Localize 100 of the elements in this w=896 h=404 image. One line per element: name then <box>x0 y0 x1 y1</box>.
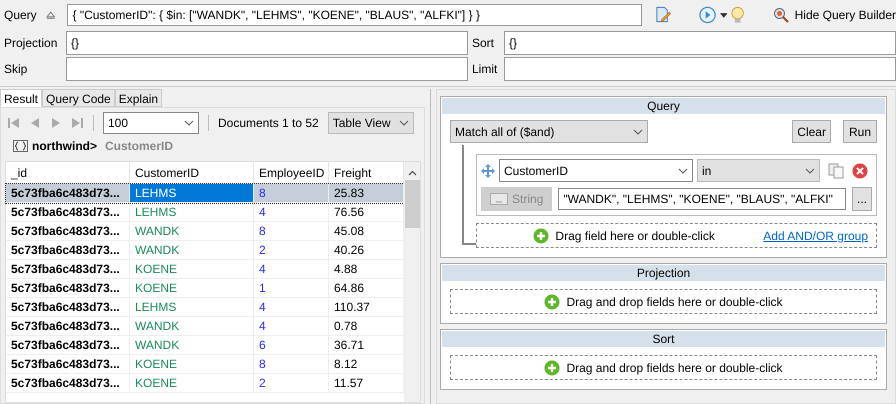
scroll-up-icon[interactable] <box>408 170 416 176</box>
table-cell: LEHMS <box>130 184 254 202</box>
collection-path: CustomerID <box>105 138 174 155</box>
table-row[interactable]: 5c73fba6c483d73... KOENE 8 8.12 <box>6 355 404 374</box>
add-group-link[interactable]: Add AND/OR group <box>763 226 868 244</box>
table-row[interactable]: 5c73fba6c483d73... KOENE 1 64.86 <box>6 279 404 298</box>
section-title: Sort <box>442 331 885 347</box>
tab[interactable]: Result <box>0 89 42 107</box>
table-cell: KOENE <box>130 260 254 278</box>
drop-hint: Drag and drop fields here or double-click <box>566 360 783 376</box>
section-title: Projection <box>442 265 885 281</box>
plus-icon <box>533 228 550 244</box>
magnifier-icon <box>772 7 789 23</box>
chevron-down-icon <box>633 128 643 134</box>
table-cell: 8 <box>254 184 329 202</box>
table-cell: 5c73fba6c483d73... <box>6 279 130 297</box>
clear-button[interactable]: Clear <box>792 120 831 143</box>
table-cell: 2 <box>254 241 329 259</box>
plus-icon <box>544 294 560 310</box>
table-cell: 5c73fba6c483d73... <box>6 298 130 316</box>
scrollbar-thumb[interactable] <box>404 180 420 228</box>
move-icon[interactable] <box>481 164 495 178</box>
table-row[interactable]: 5c73fba6c483d73... LEHMS 8 25.83 <box>6 184 404 203</box>
table-cell: 5c73fba6c483d73... <box>6 260 130 278</box>
edit-document-icon[interactable] <box>654 6 671 24</box>
table-cell: 6 <box>254 336 329 354</box>
table-cell: 4 <box>254 298 329 316</box>
view-select[interactable]: Table View <box>328 112 414 134</box>
query-label: Query <box>4 7 38 24</box>
drop-hint: Drag and drop fields here or double-click <box>566 294 783 310</box>
table-cell: 5c73fba6c483d73... <box>6 374 130 392</box>
last-page-icon[interactable] <box>70 116 84 130</box>
braces-icon <box>13 140 28 152</box>
text-type-icon <box>490 193 508 205</box>
run-button[interactable]: Run <box>842 120 877 143</box>
drop-zone[interactable]: Drag and drop fields here or double-click <box>450 289 877 314</box>
chevron-down-icon <box>805 168 815 174</box>
text-field[interactable] <box>66 57 468 81</box>
text-field[interactable]: {} <box>66 31 468 55</box>
table-cell: LEHMS <box>130 203 254 221</box>
tab[interactable]: Query Code <box>42 89 115 107</box>
table-row[interactable]: 5c73fba6c483d73... WANDK 6 36.71 <box>6 336 404 355</box>
field-label: Sort <box>472 35 496 52</box>
table-cell: WANDK <box>130 222 254 240</box>
table-cell: KOENE <box>130 279 254 297</box>
table-row[interactable]: 5c73fba6c483d73... WANDK 2 40.26 <box>6 241 404 260</box>
table-row[interactable]: 5c73fba6c483d73... LEHMS 4 76.56 <box>6 203 404 222</box>
delete-icon[interactable] <box>852 162 868 178</box>
tab[interactable]: Explain <box>114 89 162 107</box>
field-label: Skip <box>4 61 28 78</box>
table-row[interactable]: 5c73fba6c483d73... WANDK 8 45.08 <box>6 222 404 241</box>
table-row[interactable]: 5c73fba6c483d73... LEHMS 4 110.37 <box>6 298 404 317</box>
chevron-down-icon <box>184 120 194 126</box>
table-cell: 5c73fba6c483d73... <box>6 241 130 259</box>
drop-zone[interactable]: Drag and drop fields here or double-click <box>450 355 877 380</box>
table-row[interactable]: 5c73fba6c483d73... WANDK 4 0.78 <box>6 317 404 336</box>
field-select[interactable]: CustomerID <box>499 159 693 182</box>
field-label: Limit <box>472 61 498 78</box>
copy-icon[interactable] <box>828 162 844 178</box>
collapse-icon[interactable] <box>46 11 56 19</box>
table-cell: 5c73fba6c483d73... <box>6 355 130 373</box>
table-cell: WANDK <box>130 317 254 335</box>
query-field[interactable]: { "CustomerID": { $in: ["WANDK", "LEHMS", "KOENE", "BLAUS", "ALFKI"] } } <box>67 4 642 26</box>
documents-count: Documents 1 to 52 <box>218 115 319 132</box>
first-page-icon[interactable] <box>7 116 21 130</box>
table-cell: 8 <box>254 222 329 240</box>
table-cell: KOENE <box>130 355 254 373</box>
dropdown-arrow-icon[interactable] <box>720 12 728 18</box>
table-cell: 5c73fba6c483d73... <box>6 203 130 221</box>
scrollbar[interactable] <box>404 162 420 402</box>
operator-select[interactable]: in <box>697 159 820 182</box>
table-cell: WANDK <box>130 336 254 354</box>
database-name: northwind> <box>32 138 97 155</box>
chevron-down-icon <box>398 120 409 126</box>
table-cell: 5c73fba6c483d73... <box>6 222 130 240</box>
drop-hint: Drag field here or double-click <box>555 228 715 244</box>
table-cell: 1 <box>254 279 329 297</box>
plus-icon <box>544 360 560 376</box>
value-field[interactable]: "WANDK", "LEHMS", "KOENE", "BLAUS", "ALFKI" <box>558 188 846 210</box>
table-cell: 5c73fba6c483d73... <box>6 336 130 354</box>
table-cell: KOENE <box>130 374 254 392</box>
table-row[interactable]: 5c73fba6c483d73... KOENE 4 4.88 <box>6 260 404 279</box>
match-select[interactable]: Match all of ($and) <box>450 120 648 143</box>
field-label: Projection <box>4 35 58 52</box>
table-cell: WANDK <box>130 241 254 259</box>
drop-zone[interactable]: Drag field here or double-click Add AND/OR group <box>476 223 877 248</box>
table-cell: 2 <box>254 374 329 392</box>
chevron-down-icon <box>678 168 688 174</box>
hide-query-builder-button[interactable]: Hide Query Builder <box>772 6 896 24</box>
table-cell: 4 <box>254 317 329 335</box>
text-field[interactable] <box>504 57 896 81</box>
table-cell: LEHMS <box>130 298 254 316</box>
more-button[interactable]: ... <box>852 187 872 211</box>
table-cell: 4 <box>254 203 329 221</box>
page-size-select[interactable]: 100 <box>103 112 199 134</box>
section-title: Query <box>442 98 885 114</box>
text-field[interactable]: {} <box>504 31 896 55</box>
table-cell: 8 <box>254 355 329 373</box>
table-cell: 4 <box>254 260 329 278</box>
table-row[interactable]: 5c73fba6c483d73... KOENE 2 11.57 <box>6 374 404 393</box>
